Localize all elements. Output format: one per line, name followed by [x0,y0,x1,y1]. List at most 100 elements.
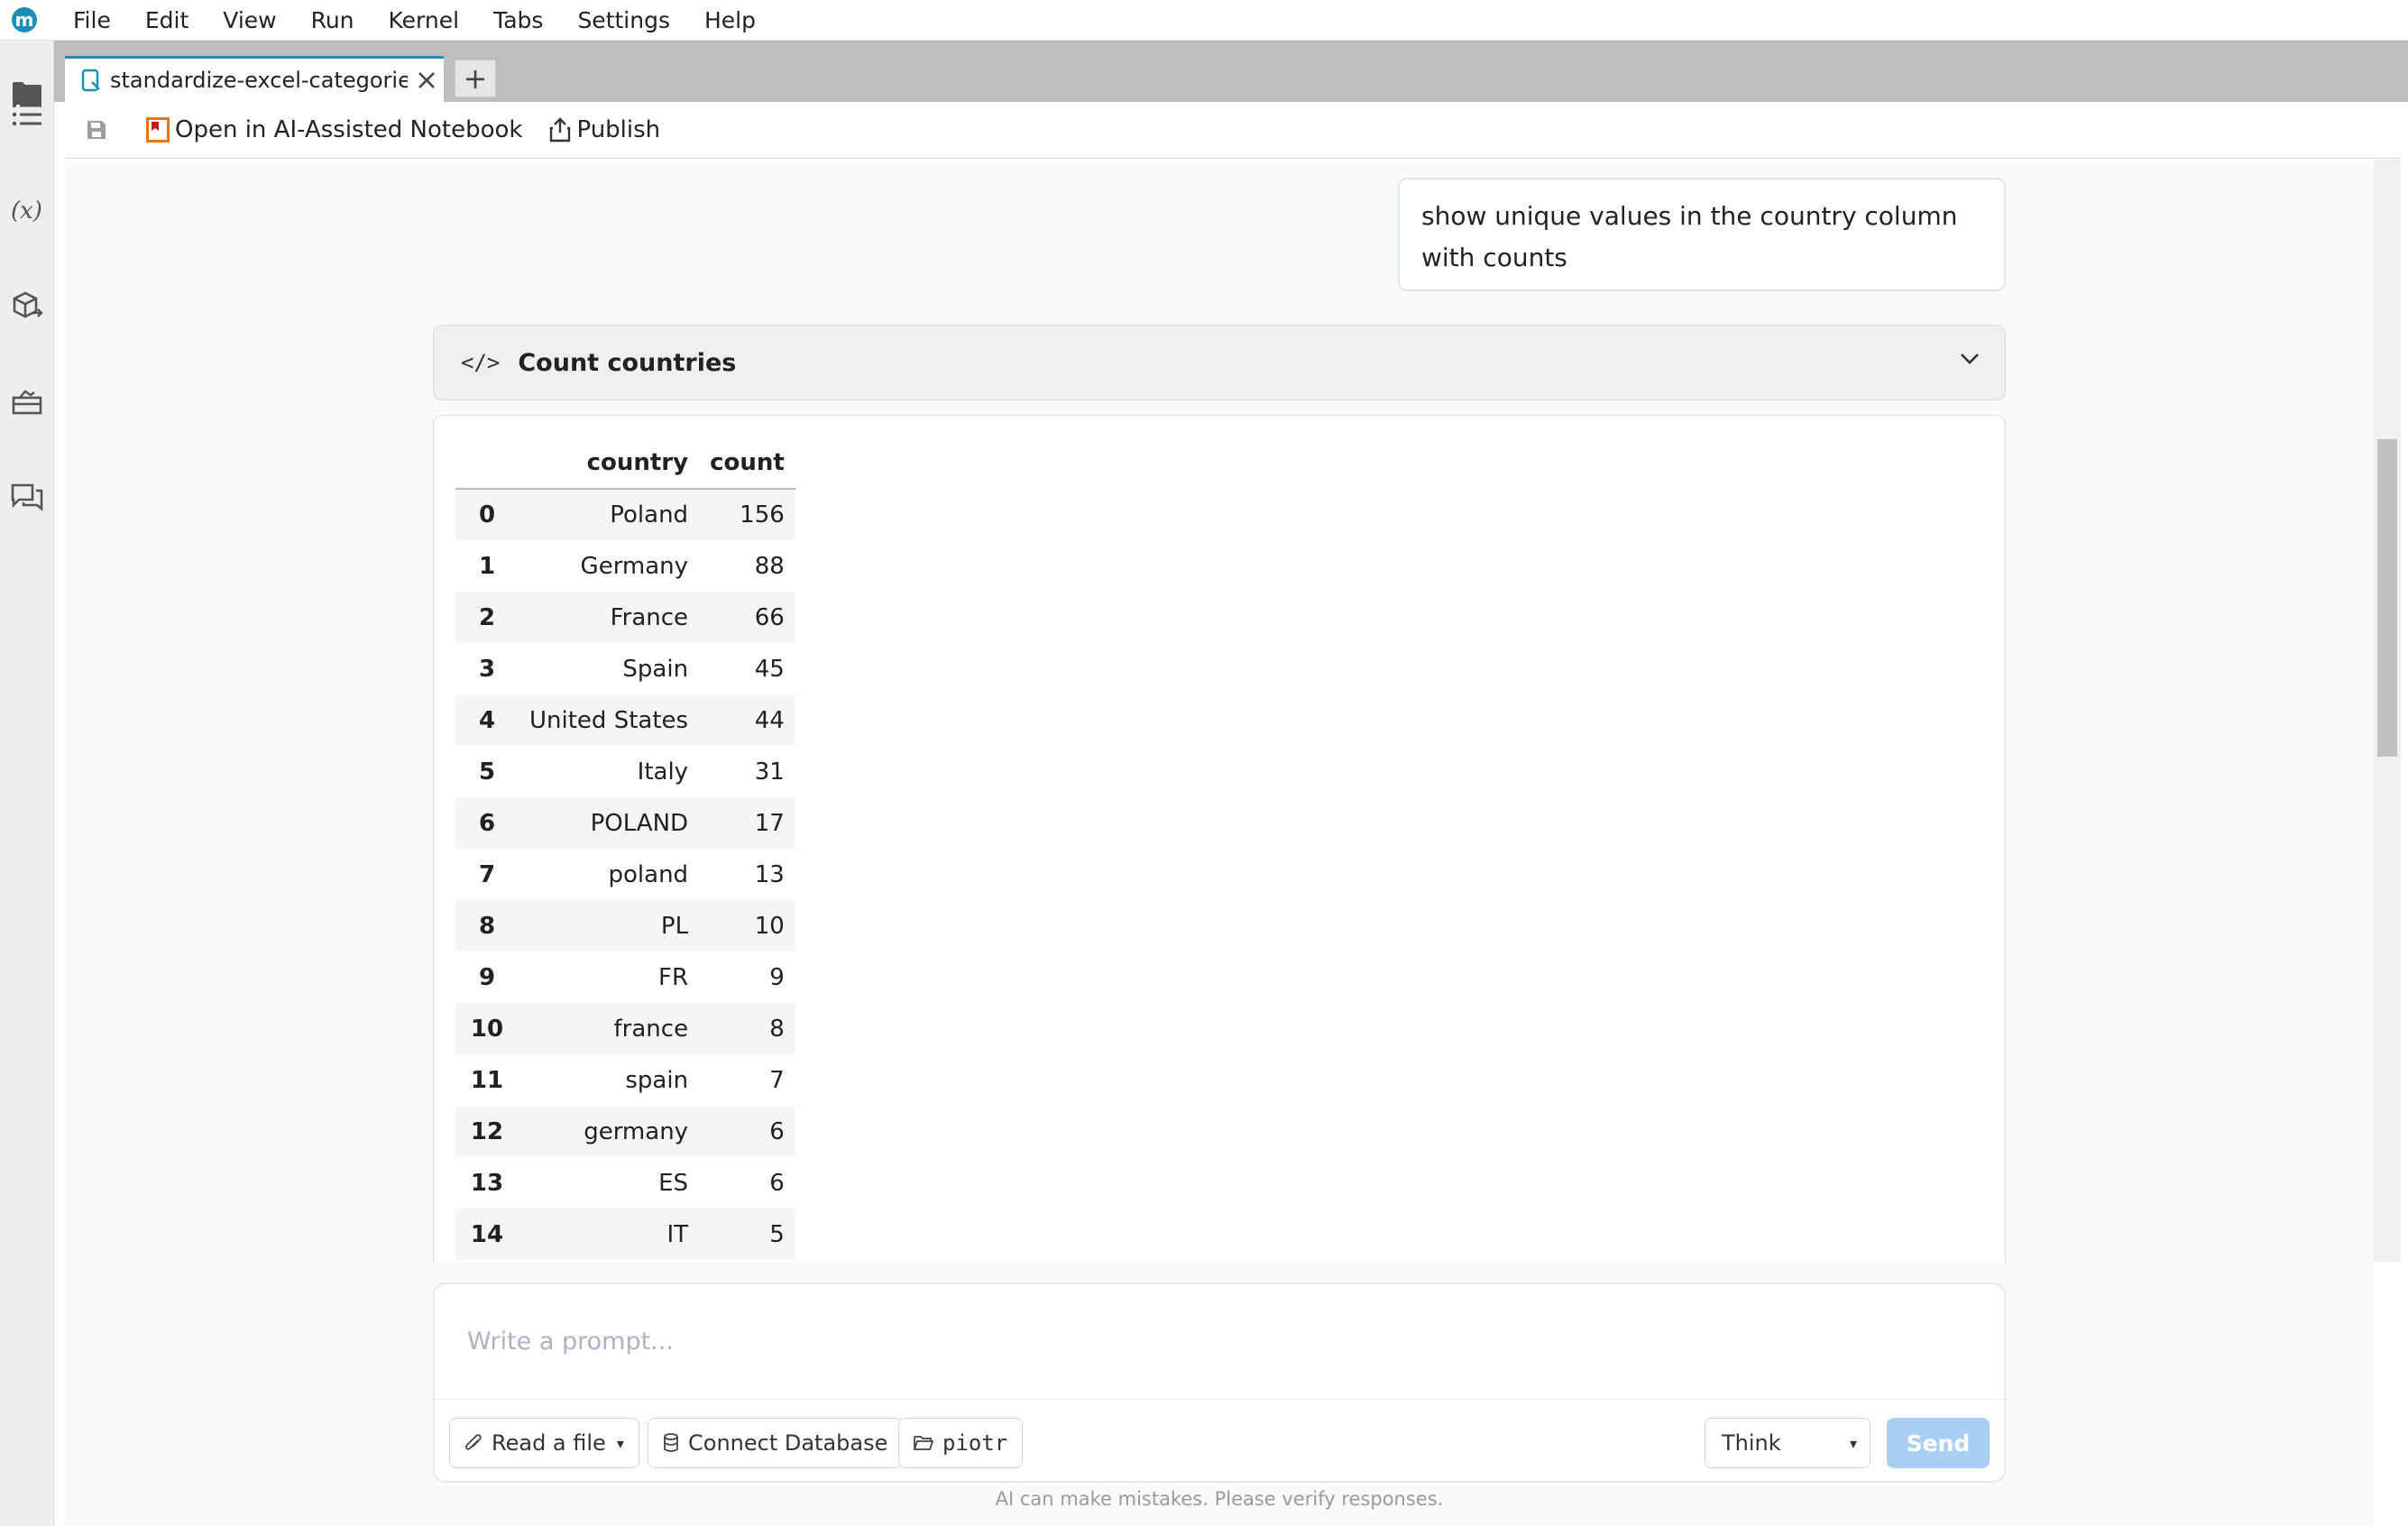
svg-text:(x): (x) [11,198,42,225]
cell-country: poland [608,860,689,888]
vertical-scrollbar[interactable] [2374,160,2401,1262]
database-icon [664,1433,678,1452]
tab-title: standardize-excel-categories.ipynb [110,68,408,93]
read-file-label: Read a file [492,1430,606,1456]
table-row: 12 germany 6 [455,1106,795,1157]
table-row: 10 france 8 [455,1003,795,1054]
close-icon [418,72,435,88]
table-row: 5 Italy 31 [455,746,795,797]
cell-count: 9 [769,963,785,991]
scroll-thumb[interactable] [2377,439,2397,757]
prompt-input[interactable] [435,1284,2004,1400]
cell-count: 44 [754,706,785,734]
table-row: 9 FR 9 [455,951,795,1003]
code-icon: </> [461,350,501,375]
notebook-icon [81,69,100,92]
dropdown-caret-icon: ▾ [616,1434,624,1452]
table-row: 8 PL 10 [455,900,795,951]
menu-help[interactable]: Help [688,0,774,41]
cell-count: 6 [769,1169,785,1197]
send-button[interactable]: Send [1887,1418,1990,1468]
close-tab-button[interactable] [413,67,440,94]
dataframe-table: country count 0 Poland 156 1 Germany 88 2 Franc… [455,437,795,1260]
cell-country: PL [660,912,689,940]
cell-country: POLAND [590,809,689,837]
table-of-contents-icon[interactable] [7,95,47,134]
table-header-row: country count [455,437,795,490]
table-row: 14 IT 5 [455,1209,795,1260]
table-row: 13 ES 6 [455,1157,795,1209]
row-index: 3 [478,655,496,683]
menu-kernel[interactable]: Kernel [372,0,478,41]
mode-select[interactable]: Think ▾ [1705,1418,1870,1468]
cell-country: ES [658,1169,689,1197]
cell-count: 5 [769,1220,785,1248]
cell-count: 10 [754,912,785,940]
cell-country: Poland [610,501,689,529]
row-index: 14 [470,1220,504,1248]
open-ai-notebook-button[interactable]: Open in AI-Assisted Notebook [146,116,522,143]
publish-label: Publish [576,116,661,143]
cell-country: germany [584,1117,689,1145]
chevron-down-icon[interactable] [1960,353,1980,365]
save-icon [87,121,106,139]
code-block-header[interactable]: </> Count countries [433,325,2006,400]
cell-country: United States [529,706,689,734]
table-row: 7 poland 13 [455,849,795,900]
row-index: 10 [470,1015,504,1043]
column-header-index [455,437,519,490]
cell-country: FR [658,963,689,991]
connect-database-button[interactable]: Connect Database [648,1418,904,1468]
menu-tabs[interactable]: Tabs [477,0,561,41]
connect-database-label: Connect Database [688,1430,888,1456]
mode-select-value: Think [1722,1430,1781,1456]
tab-notebook[interactable]: standardize-excel-categories.ipynb [65,56,444,102]
menu-run[interactable]: Run [295,0,372,41]
cell-count: 17 [754,809,785,837]
cell-country: Italy [637,758,689,786]
cell-count: 8 [769,1015,785,1043]
cell-country: france [613,1015,689,1043]
row-index: 2 [478,603,496,631]
row-index: 4 [478,706,496,734]
chat-icon[interactable] [7,477,47,517]
publish-button[interactable]: Publish [549,116,660,143]
cell-count: 156 [740,501,785,529]
toolbox-icon[interactable] [7,382,47,421]
table-row: 11 spain 7 [455,1054,795,1106]
paperclip-icon [465,1434,482,1450]
row-index: 13 [470,1169,504,1197]
disclaimer-text: AI can make mistakes. Please verify resp… [995,1488,1444,1510]
working-directory-button[interactable]: piotr [898,1418,1024,1468]
read-file-button[interactable]: Read a file ▾ [449,1418,639,1468]
table-row: 1 Germany 88 [455,540,795,592]
cell-country: Spain [622,655,689,683]
dropdown-caret-icon: ▾ [1849,1435,1857,1452]
cell-country: France [610,603,689,631]
row-index: 8 [478,912,496,940]
cell-count: 45 [754,655,785,683]
row-index: 9 [478,963,496,991]
menu-view[interactable]: View [207,0,294,41]
cell-country: Germany [580,552,689,580]
menu-settings[interactable]: Settings [561,0,688,41]
open-ai-notebook-label: Open in AI-Assisted Notebook [175,116,523,143]
row-index: 1 [478,552,496,580]
menu-file[interactable]: File [57,0,129,41]
output-card: country count 0 Poland 156 1 Germany 88 2 Franc… [433,415,2006,1262]
new-tab-button[interactable]: + [455,60,496,97]
working-directory-label: piotr [942,1430,1008,1456]
save-button[interactable] [83,116,110,143]
table-row: 4 United States 44 [455,694,795,746]
row-index: 11 [470,1066,504,1094]
table-row: 6 POLAND 17 [455,797,795,849]
cell-count: 7 [769,1066,785,1094]
menu-bar: m File Edit View Run Kernel Tabs Setting… [0,0,2408,41]
code-block-title: Count countries [518,348,737,377]
variables-icon[interactable]: (x) [7,190,47,230]
extensions-icon[interactable] [7,286,47,326]
notebook-toolbar: Open in AI-Assisted Notebook Publish [65,102,2401,159]
menu-edit[interactable]: Edit [129,0,207,41]
column-header-count: count [699,437,795,490]
cell-count: 31 [754,758,785,786]
